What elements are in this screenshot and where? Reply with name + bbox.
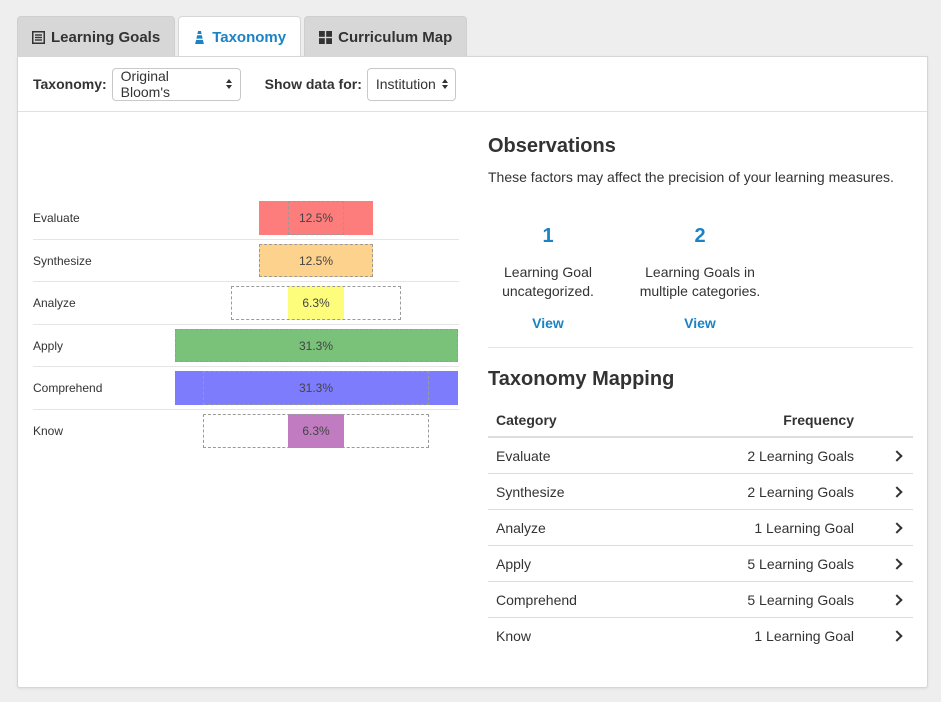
chart-row-analyze: Analyze 6.3%	[33, 282, 459, 325]
select-arrows-icon	[225, 79, 232, 89]
observation-text-line: uncategorized.	[502, 283, 594, 299]
row-category: Analyze	[496, 519, 546, 536]
row-frequency: 5 Learning Goals	[747, 591, 854, 608]
chart-data-label: 31.3%	[298, 338, 334, 353]
select-arrows-icon	[441, 79, 448, 89]
table-row[interactable]: Comprehend 5 Learning Goals	[488, 582, 913, 618]
observations-section: Observations These factors may affect th…	[488, 135, 913, 331]
chevron-right-icon[interactable]	[891, 593, 903, 606]
frequency-header: Frequency	[783, 411, 854, 428]
tab-learning-goals[interactable]: Learning Goals	[17, 16, 176, 57]
chart-row-know: Know 6.3%	[33, 410, 459, 453]
list-icon	[32, 30, 45, 44]
row-category: Apply	[496, 555, 532, 572]
chart-row-apply: Apply 31.3%	[33, 325, 459, 367]
row-category: Evaluate	[496, 447, 551, 464]
chart-data-label: 6.3%	[302, 296, 330, 310]
show-data-label: Show data for:	[264, 76, 362, 92]
row-category: Comprehend	[496, 591, 577, 608]
taxonomy-mapping-section: Taxonomy Mapping Category Frequency Eval…	[488, 368, 913, 654]
row-frequency: 5 Learning Goals	[747, 555, 854, 572]
table-row[interactable]: Synthesize 2 Learning Goals	[488, 474, 913, 510]
taxonomy-pyramid-chart: Evaluate 12.5% Synthesize 12.5% Analyze 6.3% A…	[33, 197, 459, 457]
filter-toolbar: Taxonomy: Original Bloom's Show data for…	[18, 57, 927, 112]
chart-category-label: Apply	[33, 338, 64, 353]
tab-curriculum-map[interactable]: Curriculum Map	[304, 16, 468, 57]
chevron-right-icon[interactable]	[891, 485, 903, 498]
row-frequency: 1 Learning Goal	[754, 519, 854, 536]
observation-text: Learning Goal uncategorized.	[478, 263, 618, 301]
chart-row-evaluate: Evaluate 12.5%	[33, 197, 459, 240]
observations-subtitle: These factors may affect the precision o…	[488, 169, 894, 185]
chart-category-label: Know	[33, 423, 64, 438]
chart-data-label: 12.5%	[298, 211, 334, 225]
chart-row-synthesize: Synthesize 12.5%	[33, 240, 459, 282]
pyramid-icon	[195, 31, 205, 44]
chevron-right-icon[interactable]	[891, 557, 903, 570]
taxonomy-select[interactable]: Original Bloom's	[111, 67, 241, 101]
chart-category-label: Evaluate	[33, 211, 80, 225]
chart-category-label: Comprehend	[33, 381, 103, 395]
table-row[interactable]: Know 1 Learning Goal	[488, 618, 913, 654]
taxonomy-panel: Taxonomy: Original Bloom's Show data for…	[17, 56, 928, 688]
row-category: Synthesize	[496, 483, 565, 500]
observation-count: 1	[542, 225, 554, 247]
chart-data-label: 12.5%	[298, 253, 334, 268]
observation-text: Learning Goals in multiple categories.	[630, 263, 770, 301]
section-divider	[488, 347, 913, 348]
row-frequency: 2 Learning Goals	[747, 447, 854, 464]
table-row[interactable]: Apply 5 Learning Goals	[488, 546, 913, 582]
chevron-right-icon[interactable]	[891, 521, 903, 534]
view-multiple-categories-link[interactable]: View	[630, 315, 770, 331]
row-frequency: 2 Learning Goals	[747, 483, 854, 500]
grid-icon	[319, 30, 333, 44]
taxonomy-label: Taxonomy:	[33, 76, 107, 92]
tab-label: Curriculum Map	[338, 28, 453, 46]
observation-text-line: Learning Goals in	[645, 264, 755, 280]
show-data-select[interactable]: Institution	[366, 67, 456, 101]
chart-category-label: Synthesize	[33, 253, 92, 268]
category-header: Category	[496, 411, 557, 428]
chevron-right-icon[interactable]	[891, 630, 903, 642]
chart-row-comprehend: Comprehend 31.3%	[33, 367, 459, 410]
show-data-select-value: Institution	[375, 76, 436, 92]
taxonomy-mapping-table: Category Frequency Evaluate 2 Learning G…	[488, 403, 913, 654]
chart-category-label: Analyze	[33, 296, 76, 310]
view-uncategorized-link[interactable]: View	[478, 315, 618, 331]
chart-data-label: 31.3%	[298, 381, 334, 395]
chart-data-label: 6.3%	[302, 423, 330, 438]
tab-taxonomy[interactable]: Taxonomy	[178, 16, 302, 58]
observation-count: 2	[694, 225, 706, 247]
row-category: Know	[496, 628, 532, 644]
table-row[interactable]: Evaluate 2 Learning Goals	[488, 438, 913, 474]
table-header: Category Frequency	[488, 403, 913, 438]
table-row[interactable]: Analyze 1 Learning Goal	[488, 510, 913, 546]
tab-bar: Learning Goals Taxonomy Curriculum Map	[17, 16, 470, 58]
observation-text-line: multiple categories.	[639, 283, 761, 299]
observation-uncategorized: 1 Learning Goal uncategorized. View	[478, 225, 618, 331]
observation-multiple-categories: 2 Learning Goals in multiple categories.…	[630, 225, 770, 331]
tab-label: Taxonomy	[212, 29, 287, 46]
taxonomy-select-value: Original Bloom's	[120, 68, 170, 100]
observation-text-line: Learning Goal	[504, 264, 592, 280]
observations-title: Observations	[488, 135, 616, 157]
taxonomy-mapping-title: Taxonomy Mapping	[488, 368, 675, 390]
chevron-right-icon[interactable]	[891, 449, 903, 462]
row-frequency: 1 Learning Goal	[754, 628, 854, 644]
tab-label: Learning Goals	[51, 28, 161, 46]
